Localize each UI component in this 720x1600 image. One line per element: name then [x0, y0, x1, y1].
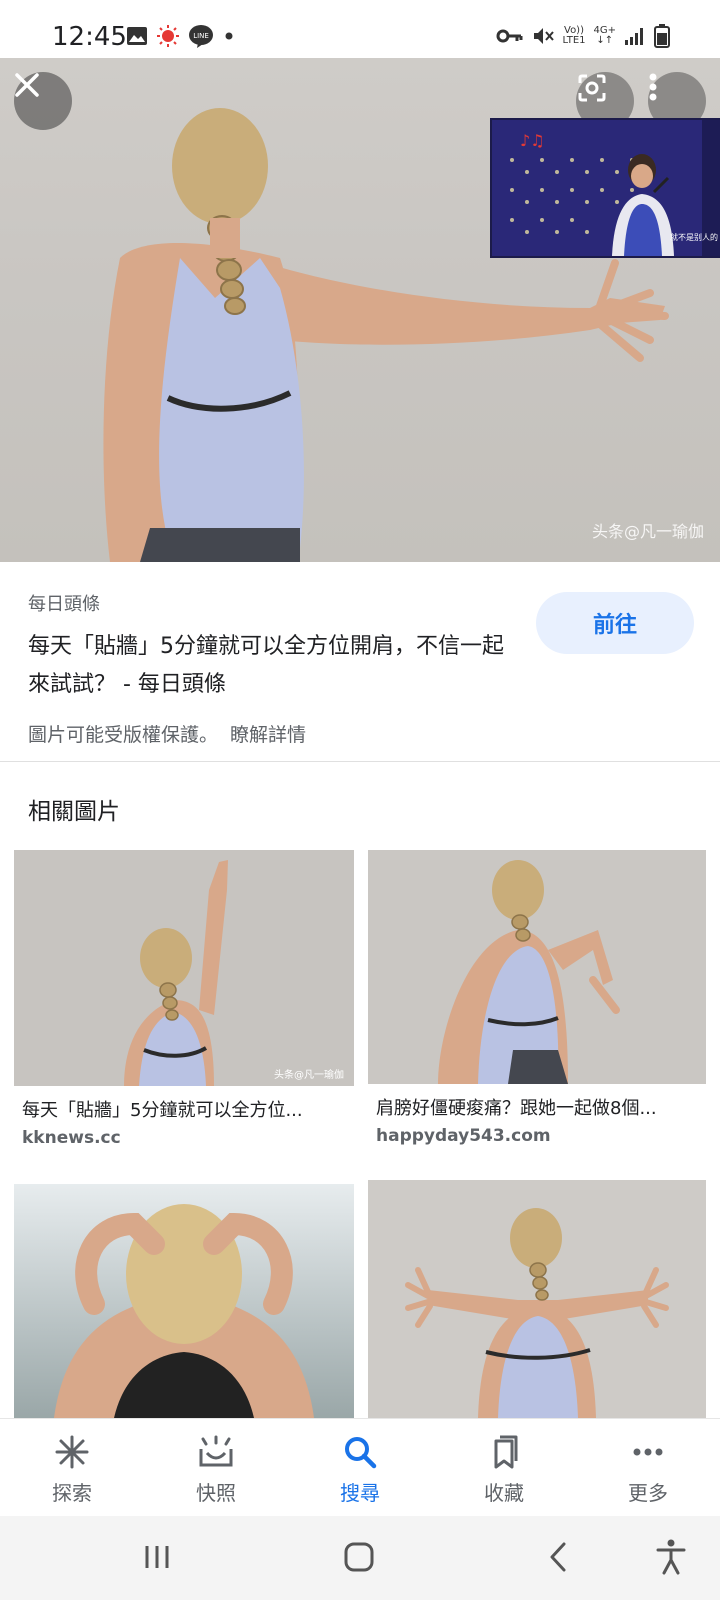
lte-label: LTE1	[562, 35, 586, 46]
status-time: 12:45	[52, 22, 127, 52]
related-source: kknews.cc	[22, 1128, 121, 1148]
nav-item-snapshot[interactable]: 快照	[161, 1419, 271, 1506]
nav-label-search: 搜尋	[340, 1481, 380, 1505]
accessibility-icon[interactable]	[654, 1538, 688, 1576]
hero-image[interactable]: ♪♫ 就不是别人的 头条@凡一瑜伽	[0, 58, 720, 562]
related-image-card[interactable]: 头条@凡一瑜伽 每天「貼牆」5分鐘就可以全方位... kknews.cc	[14, 850, 354, 1150]
nav-label-explore: 探索	[52, 1481, 92, 1505]
copyright-text: 圖片可能受版權保護。	[28, 724, 219, 746]
nav-item-explore[interactable]: 探索	[17, 1419, 127, 1506]
notification-dot-icon	[225, 32, 233, 40]
result-info: 每日頭條 每天「貼牆」5分鐘就可以全方位開肩，不信一起來試試？ - 每日頭條 前…	[0, 562, 720, 762]
nav-label-collections: 收藏	[484, 1481, 524, 1505]
nav-item-search[interactable]: 搜尋	[305, 1419, 415, 1506]
picture-in-picture-video[interactable]: ♪♫ 就不是别人的	[490, 118, 720, 258]
divider	[0, 761, 720, 762]
related-thumbnail	[368, 1180, 706, 1418]
status-bar: 12:45 LINE Vo)) LTE1 4G+ ↓↑	[0, 0, 720, 58]
more-horizontal-icon	[633, 1448, 663, 1456]
related-thumbnail: 头条@凡一瑜伽	[14, 850, 354, 1086]
nav-item-more[interactable]: 更多	[593, 1419, 703, 1506]
home-icon[interactable]	[342, 1540, 376, 1574]
close-icon	[15, 73, 39, 97]
related-thumbnail	[368, 850, 706, 1084]
battery-icon	[654, 24, 670, 48]
camera-sun-icon	[157, 25, 179, 47]
network-indicator: 4G+ ↓↑	[594, 26, 617, 46]
thumbnail-illustration: 头条@凡一瑜伽	[14, 850, 354, 1086]
more-vertical-icon	[649, 73, 657, 101]
mute-icon	[533, 28, 554, 44]
line-app-icon: LINE	[189, 25, 213, 48]
nav-item-collections[interactable]: 收藏	[449, 1419, 559, 1506]
pip-video-frame: ♪♫ 就不是别人的	[492, 120, 720, 256]
nav-label-snapshot: 快照	[196, 1481, 236, 1505]
related-title: 每天「貼牆」5分鐘就可以全方位...	[22, 1100, 303, 1121]
volte-indicator: Vo)) LTE1	[563, 26, 586, 46]
status-left-icons: LINE	[126, 24, 236, 48]
thumbnail-illustration	[368, 850, 706, 1084]
related-thumbnail	[14, 1184, 354, 1418]
bottom-navigation: 探索 快照 搜尋 收藏 更多	[0, 1418, 720, 1517]
snapshot-icon	[199, 1435, 233, 1467]
result-title[interactable]: 每天「貼牆」5分鐘就可以全方位開肩，不信一起來試試？ - 每日頭條	[28, 628, 518, 704]
related-title: 肩膀好僵硬痠痛？跟她一起做8個...	[376, 1098, 657, 1119]
data-arrows-icon: ↓↑	[596, 35, 614, 46]
signal-icon	[625, 28, 643, 45]
vpn-key-icon	[496, 29, 523, 43]
related-image-card[interactable]	[368, 1180, 706, 1418]
learn-more-link[interactable]: 瞭解詳情	[230, 724, 306, 746]
thumbnail-illustration	[368, 1180, 706, 1418]
asterisk-icon	[55, 1435, 89, 1469]
result-source[interactable]: 每日頭條	[28, 590, 100, 616]
search-icon	[345, 1437, 377, 1469]
svg-text:LINE: LINE	[193, 32, 209, 40]
hero-watermark: 头条@凡一瑜伽	[591, 522, 704, 541]
back-icon[interactable]	[546, 1540, 570, 1574]
close-button[interactable]	[14, 72, 72, 130]
svg-text:♪♫: ♪♫	[520, 131, 545, 150]
gallery-icon	[127, 27, 147, 45]
go-button[interactable]: 前往	[536, 592, 694, 654]
related-source: happyday543.com	[376, 1126, 551, 1146]
related-image-card[interactable]: 肩膀好僵硬痠痛？跟她一起做8個... happyday543.com	[368, 850, 706, 1150]
related-images-heading: 相關圖片	[28, 799, 120, 825]
pip-caption: 就不是别人的	[670, 232, 718, 242]
bookmarks-icon	[494, 1435, 518, 1469]
nav-label-more: 更多	[628, 1481, 668, 1505]
lens-icon	[578, 74, 606, 102]
copyright-notice: 圖片可能受版權保護。 瞭解詳情	[28, 720, 306, 747]
recent-apps-icon[interactable]	[142, 1542, 172, 1572]
svg-text:头条@凡一瑜伽: 头条@凡一瑜伽	[274, 1068, 344, 1081]
related-image-card[interactable]	[14, 1184, 354, 1418]
thumbnail-illustration	[14, 1184, 354, 1418]
system-navigation-bar	[0, 1516, 720, 1600]
status-right-icons: Vo)) LTE1 4G+ ↓↑	[495, 24, 670, 48]
